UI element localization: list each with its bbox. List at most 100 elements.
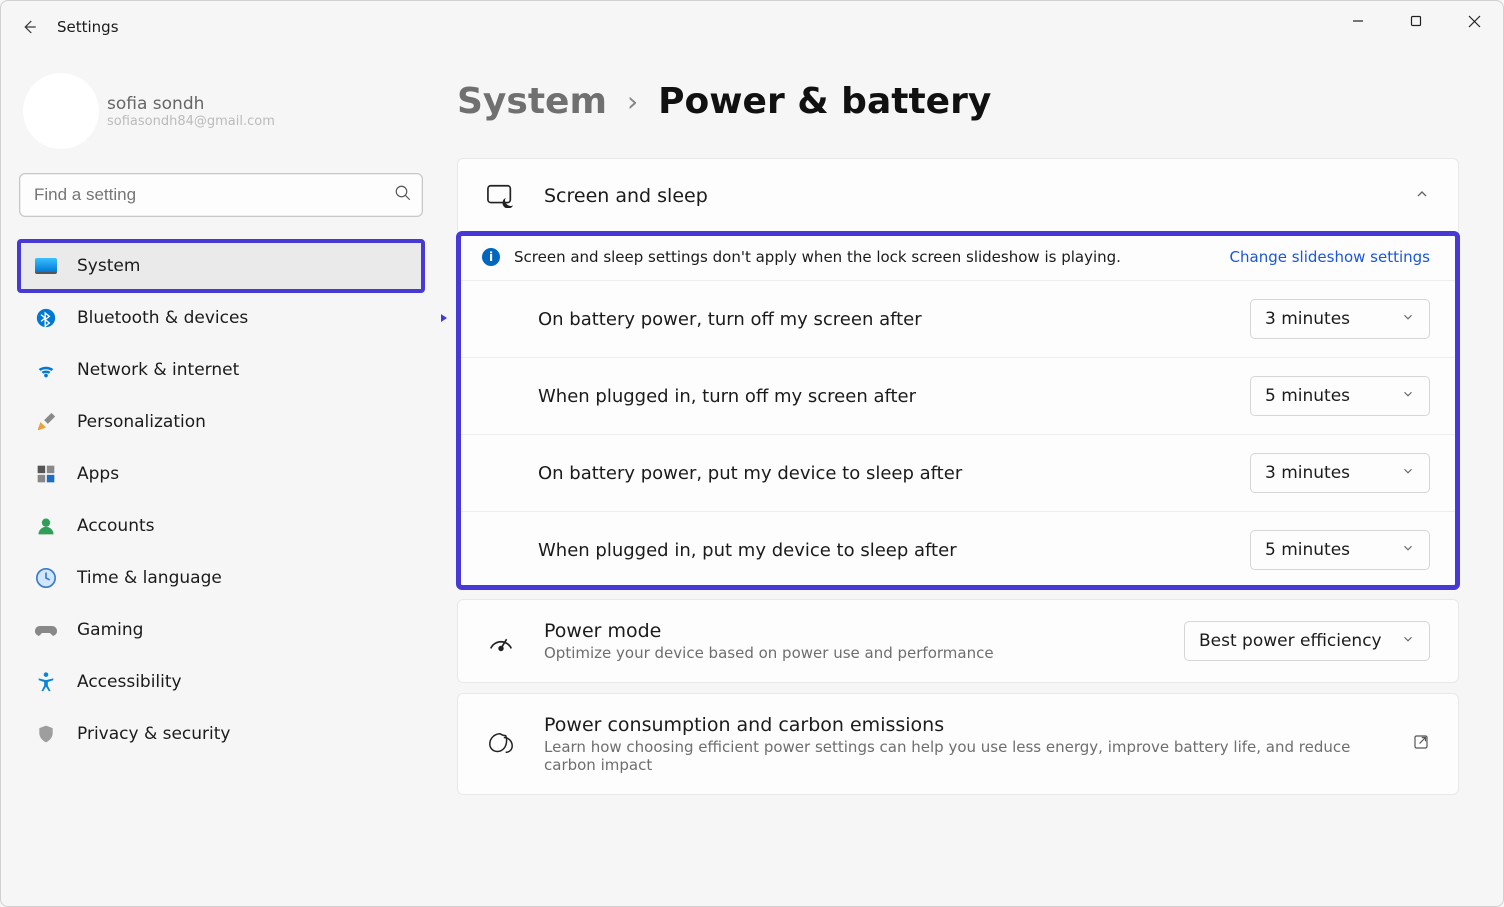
section-screen-and-sleep: Screen and sleep i Screen and sleep sett…: [457, 158, 1459, 589]
select-screen-off-plugged[interactable]: 5 minutes: [1250, 376, 1430, 416]
accounts-icon: [33, 513, 59, 539]
open-link-icon: [1412, 733, 1430, 755]
nav-label: Gaming: [77, 620, 143, 640]
breadcrumb-sep-icon: ›: [627, 85, 638, 118]
chevron-down-icon: [1401, 310, 1415, 328]
nav-label: Accessibility: [77, 672, 182, 692]
nav-item-gaming[interactable]: Gaming: [19, 605, 423, 655]
nav-item-bluetooth-devices[interactable]: Bluetooth & devices: [19, 293, 423, 343]
setting-row-sleep-plugged: When plugged in, put my device to sleep …: [458, 511, 1458, 588]
select-value: 5 minutes: [1265, 386, 1350, 406]
chevron-down-icon: [1401, 632, 1415, 650]
minimize-button[interactable]: [1329, 1, 1387, 41]
main-content: System › Power & battery Screen and slee…: [441, 53, 1503, 906]
nav-item-network-internet[interactable]: Network & internet: [19, 345, 423, 395]
profile-email: sofiasondh84@gmail.com: [107, 114, 275, 129]
select-sleep-plugged[interactable]: 5 minutes: [1250, 530, 1430, 570]
profile-name: sofia sondh: [107, 94, 275, 114]
nav-item-time-language[interactable]: Time & language: [19, 553, 423, 603]
setting-label: On battery power, put my device to sleep…: [538, 463, 1230, 484]
select-value: 3 minutes: [1265, 309, 1350, 329]
app-title: Settings: [57, 18, 119, 36]
breadcrumb-parent[interactable]: System: [457, 81, 607, 122]
nav-item-accessibility[interactable]: Accessibility: [19, 657, 423, 707]
change-slideshow-settings-link[interactable]: Change slideshow settings: [1230, 248, 1430, 266]
sidebar: sofia sondh sofiasondh84@gmail.com Syste…: [1, 53, 441, 906]
back-button[interactable]: [9, 9, 49, 45]
section-title: Power mode: [544, 620, 1156, 642]
chevron-up-icon: [1414, 186, 1430, 206]
section-title: Screen and sleep: [544, 185, 1386, 207]
bluetooth-icon: [33, 305, 59, 331]
setting-label: When plugged in, put my device to sleep …: [538, 540, 1230, 561]
avatar: [23, 73, 99, 149]
maximize-button[interactable]: [1387, 1, 1445, 41]
search-box[interactable]: [19, 173, 423, 217]
apps-icon: [33, 461, 59, 487]
select-power-mode[interactable]: Best power efficiency: [1184, 621, 1430, 661]
chevron-down-icon: [1401, 387, 1415, 405]
minimize-icon: [1352, 15, 1364, 27]
section-subtitle: Learn how choosing efficient power setti…: [544, 738, 1384, 774]
setting-row-sleep-battery: On battery power, put my device to sleep…: [458, 434, 1458, 511]
gaming-icon: [33, 617, 59, 643]
screen-sleep-icon: [486, 181, 516, 211]
select-screen-off-battery[interactable]: 3 minutes: [1250, 299, 1430, 339]
power-mode-icon: [486, 626, 516, 656]
search-icon: [394, 184, 412, 206]
nav-item-apps[interactable]: Apps: [19, 449, 423, 499]
highlighted-settings-group: i Screen and sleep settings don't apply …: [458, 233, 1458, 588]
nav-list: System Bluetooth & devices Network & int…: [19, 241, 423, 759]
accessibility-icon: [33, 669, 59, 695]
nav-label: Apps: [77, 464, 119, 484]
time-language-icon: [33, 565, 59, 591]
nav-item-privacy-security[interactable]: Privacy & security: [19, 709, 423, 759]
nav-label: Time & language: [77, 568, 222, 588]
info-bar: i Screen and sleep settings don't apply …: [458, 233, 1458, 280]
nav-label: Accounts: [77, 516, 155, 536]
nav-item-system[interactable]: System: [19, 241, 423, 291]
setting-label: On battery power, turn off my screen aft…: [538, 309, 1230, 330]
select-value: 3 minutes: [1265, 463, 1350, 483]
setting-row-screen-off-plugged: When plugged in, turn off my screen afte…: [458, 357, 1458, 434]
settings-window: Settings sofia sondh sofiasondh84@gmail.…: [0, 0, 1504, 907]
nav-label: Bluetooth & devices: [77, 308, 248, 328]
setting-label: When plugged in, turn off my screen afte…: [538, 386, 1230, 407]
profile-block[interactable]: sofia sondh sofiasondh84@gmail.com: [19, 65, 423, 163]
wifi-icon: [33, 357, 59, 383]
leaf-icon: [486, 729, 516, 759]
setting-row-screen-off-battery: On battery power, turn off my screen aft…: [458, 280, 1458, 357]
chevron-down-icon: [1401, 541, 1415, 559]
system-icon: [33, 253, 59, 279]
personalization-icon: [33, 409, 59, 435]
nav-item-personalization[interactable]: Personalization: [19, 397, 423, 447]
nav-item-accounts[interactable]: Accounts: [19, 501, 423, 551]
nav-label: Network & internet: [77, 360, 239, 380]
breadcrumb: System › Power & battery: [457, 81, 1459, 122]
select-sleep-battery[interactable]: 3 minutes: [1250, 453, 1430, 493]
privacy-security-icon: [33, 721, 59, 747]
section-subtitle: Optimize your device based on power use …: [544, 644, 1156, 662]
close-button[interactable]: [1445, 1, 1503, 41]
section-header-screen-sleep[interactable]: Screen and sleep: [458, 159, 1458, 233]
select-value: Best power efficiency: [1199, 631, 1382, 651]
section-title: Power consumption and carbon emissions: [544, 714, 1384, 736]
info-message: Screen and sleep settings don't apply wh…: [514, 248, 1216, 266]
select-value: 5 minutes: [1265, 540, 1350, 560]
window-controls: [1329, 1, 1503, 41]
info-icon: i: [482, 248, 500, 266]
annotation-arrow-icon: [441, 293, 451, 343]
nav-label: Personalization: [77, 412, 206, 432]
search-input[interactable]: [34, 185, 394, 205]
titlebar: Settings: [1, 1, 1503, 53]
chevron-down-icon: [1401, 464, 1415, 482]
nav-label: Privacy & security: [77, 724, 231, 744]
close-icon: [1468, 15, 1481, 28]
power-mode-row[interactable]: Power mode Optimize your device based on…: [458, 600, 1458, 682]
arrow-left-icon: [20, 18, 38, 36]
section-power-consumption-carbon[interactable]: Power consumption and carbon emissions L…: [457, 693, 1459, 795]
maximize-icon: [1410, 15, 1422, 27]
nav-label: System: [77, 256, 140, 276]
page-title: Power & battery: [658, 81, 991, 122]
section-power-mode: Power mode Optimize your device based on…: [457, 599, 1459, 683]
